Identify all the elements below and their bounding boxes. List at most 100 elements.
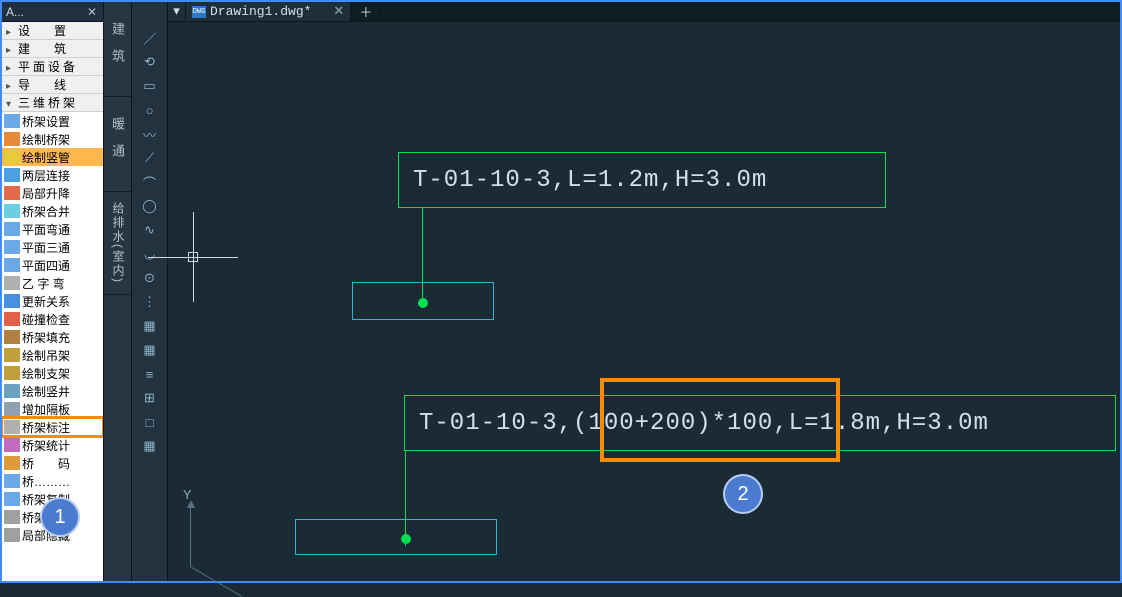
command-icon xyxy=(4,402,20,416)
file-tab-active[interactable]: DWG Drawing1.dwg* ✕ xyxy=(186,2,351,21)
command-item[interactable]: 碰撞检查 xyxy=(2,310,103,328)
tree-item[interactable]: 建 筑 xyxy=(2,40,103,58)
ucs-x-axis xyxy=(190,566,242,597)
command-item[interactable]: 绘制吊架 xyxy=(2,346,103,364)
chevron-right-icon xyxy=(6,24,18,38)
command-item[interactable]: 平面弯通 xyxy=(2,220,103,238)
command-item[interactable]: 桥架设置 xyxy=(2,112,103,130)
drawing-canvas[interactable]: T-01-10-3,L=1.2m,H=3.0m T-01-10-3, (100+… xyxy=(168,22,1120,581)
command-icon xyxy=(4,366,20,380)
command-icon xyxy=(4,492,20,506)
command-item[interactable]: 桥架标注 xyxy=(2,418,103,436)
command-item[interactable]: 绘制竖井 xyxy=(2,382,103,400)
badge-number: 1 xyxy=(54,506,65,529)
draw-tool-icon[interactable]: ○ xyxy=(140,100,160,120)
command-icon xyxy=(4,510,20,524)
command-label: 绘制竖井 xyxy=(22,383,70,400)
tab-plumbing[interactable]: 给排水(室内) xyxy=(104,192,131,295)
draw-tool-icon[interactable]: ⊞ xyxy=(140,388,160,408)
category-tree: 设 置建 筑平面设备导 线三维桥架 xyxy=(2,22,103,112)
command-icon xyxy=(4,294,20,308)
annotation-badge-2: 2 xyxy=(723,474,763,514)
annotation-callout-1[interactable]: T-01-10-3,L=1.2m,H=3.0m xyxy=(398,152,886,208)
command-item[interactable]: 绘制支架 xyxy=(2,364,103,382)
command-item[interactable]: 绘制竖管 xyxy=(2,148,103,166)
command-label: 桥……… xyxy=(22,473,70,490)
command-item[interactable]: 局部升降 xyxy=(2,184,103,202)
draw-tool-icon[interactable]: ≡ xyxy=(140,364,160,384)
close-icon[interactable]: ✕ xyxy=(85,4,99,20)
command-icon xyxy=(4,330,20,344)
command-label: 桥架设置 xyxy=(22,113,70,130)
tree-item-label: 设 置 xyxy=(18,22,66,39)
ucs-y-label: Y xyxy=(183,488,191,504)
annotation-text-2-left: T-01-10-3, xyxy=(419,410,573,437)
command-item[interactable]: 绘制桥架 xyxy=(2,130,103,148)
command-icon xyxy=(4,276,20,290)
draw-tool-icon[interactable]: ⟋ xyxy=(140,148,160,168)
command-item[interactable]: 增加隔板 xyxy=(2,400,103,418)
draw-tool-icon[interactable]: ／ xyxy=(140,28,160,48)
command-item[interactable]: 平面三通 xyxy=(2,238,103,256)
leader-anchor-1 xyxy=(418,298,428,308)
chevron-down-icon xyxy=(6,96,18,110)
chevron-right-icon xyxy=(6,78,18,92)
command-item[interactable]: 桥架统计 xyxy=(2,436,103,454)
draw-tool-icon[interactable]: □ xyxy=(140,412,160,432)
draw-tool-icon[interactable]: ⟲ xyxy=(140,52,160,72)
new-tab-button[interactable]: ＋ xyxy=(351,2,381,21)
command-label: 增加隔板 xyxy=(22,401,70,418)
command-item[interactable]: 桥架填充 xyxy=(2,328,103,346)
tree-item-label: 三维桥架 xyxy=(18,94,78,111)
tree-item-label: 建 筑 xyxy=(18,40,66,57)
palette-title: A... xyxy=(6,4,24,20)
tree-item[interactable]: 三维桥架 xyxy=(2,94,103,112)
command-label: 桥架填充 xyxy=(22,329,70,346)
draw-tool-icon[interactable]: ▦ xyxy=(140,316,160,336)
document-tab-bar: ▾ DWG Drawing1.dwg* ✕ ＋ xyxy=(168,2,1120,22)
tab-building[interactable]: 建筑 xyxy=(104,2,131,97)
command-item[interactable]: 桥架合并 xyxy=(2,202,103,220)
command-item[interactable]: 桥……… xyxy=(2,472,103,490)
command-icon xyxy=(4,456,20,470)
chevron-right-icon xyxy=(6,60,18,74)
draw-tool-icon[interactable]: ▭ xyxy=(140,76,160,96)
tray-shape-2[interactable] xyxy=(295,519,497,555)
command-icon xyxy=(4,258,20,272)
command-icon xyxy=(4,204,20,218)
tab-menu-dropdown[interactable]: ▾ xyxy=(168,2,186,21)
command-item[interactable]: 更新关系 xyxy=(2,292,103,310)
tab-hvac[interactable]: 暖通 xyxy=(104,97,131,192)
command-icon xyxy=(4,168,20,182)
draw-tool-icon[interactable]: 〰 xyxy=(140,124,160,144)
command-icon xyxy=(4,474,20,488)
tab-close-icon[interactable]: ✕ xyxy=(333,4,344,19)
command-icon xyxy=(4,420,20,434)
draw-tool-icon[interactable]: ▦ xyxy=(140,436,160,456)
command-label: 绘制桥架 xyxy=(22,131,70,148)
tree-item[interactable]: 导 线 xyxy=(2,76,103,94)
command-icon xyxy=(4,186,20,200)
command-item[interactable]: 乙 字 弯 xyxy=(2,274,103,292)
command-icon xyxy=(4,114,20,128)
highlight-box-2 xyxy=(600,378,840,462)
command-item[interactable]: 桥 码 xyxy=(2,454,103,472)
command-icon xyxy=(4,132,20,146)
command-label: 桥架合并 xyxy=(22,203,70,220)
file-name: Drawing1.dwg* xyxy=(210,4,311,19)
palette-title-bar[interactable]: A... ✕ xyxy=(2,2,103,22)
command-icon xyxy=(4,240,20,254)
draw-tool-icon[interactable]: ▦ xyxy=(140,340,160,360)
command-item[interactable]: 平面四通 xyxy=(2,256,103,274)
command-icon xyxy=(4,312,20,326)
command-item[interactable]: 两层连接 xyxy=(2,166,103,184)
annotation-badge-1: 1 xyxy=(40,497,80,537)
tree-item-label: 导 线 xyxy=(18,76,66,93)
command-label: 局部升降 xyxy=(22,185,70,202)
tool-palette: A... ✕ 设 置建 筑平面设备导 线三维桥架 桥架设置绘制桥架绘制竖管两层连… xyxy=(2,2,104,581)
tree-item[interactable]: 设 置 xyxy=(2,22,103,40)
draw-tool-icon[interactable]: ⌒ xyxy=(140,172,160,192)
badge-number: 2 xyxy=(737,483,748,506)
tree-item[interactable]: 平面设备 xyxy=(2,58,103,76)
command-label: 乙 字 弯 xyxy=(22,275,65,292)
